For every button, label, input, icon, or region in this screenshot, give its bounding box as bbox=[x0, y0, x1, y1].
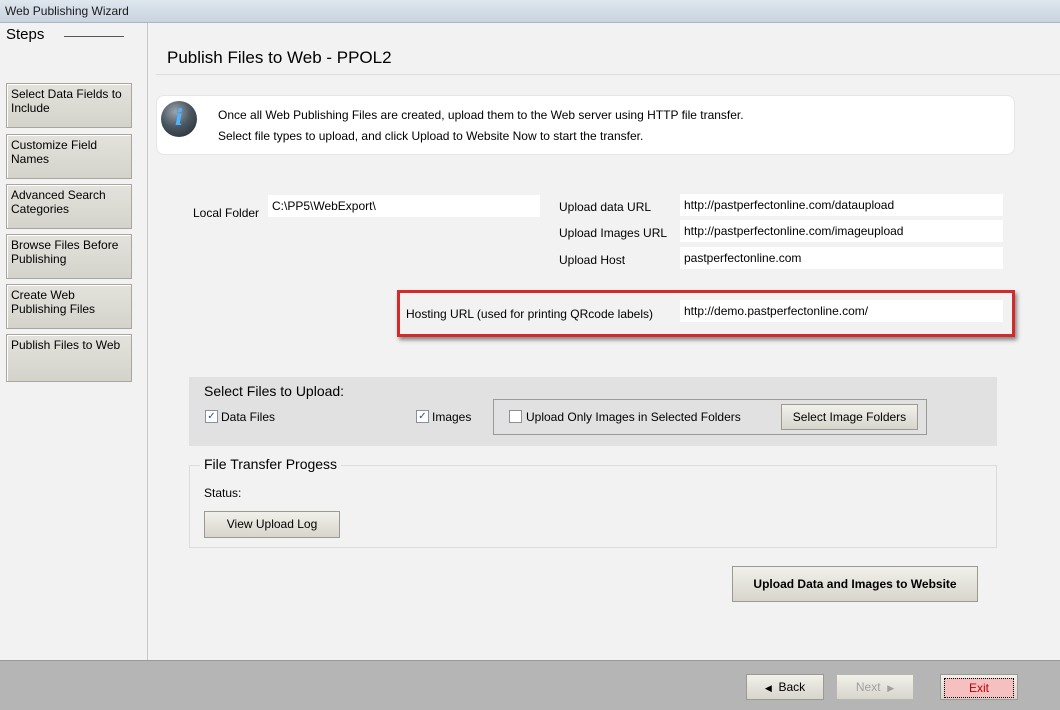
window-title: Web Publishing Wizard bbox=[5, 4, 129, 18]
select-files-title: Select Files to Upload: bbox=[204, 383, 345, 399]
window-titlebar: Web Publishing Wizard bbox=[0, 0, 1060, 23]
view-upload-log-button[interactable]: View Upload Log bbox=[204, 511, 340, 538]
info-text-line2: Select file types to upload, and click U… bbox=[218, 129, 644, 143]
back-button[interactable]: ◀ Back bbox=[746, 674, 824, 700]
info-text-line1: Once all Web Publishing Files are create… bbox=[218, 108, 744, 122]
upload-host-label: Upload Host bbox=[559, 253, 626, 267]
exit-button[interactable]: Exit bbox=[940, 674, 1018, 700]
status-label: Status: bbox=[204, 486, 242, 500]
upload-data-url-field[interactable]: http://pastperfectonline.com/dataupload bbox=[680, 194, 1003, 216]
select-image-folders-button[interactable]: Select Image Folders bbox=[781, 404, 918, 430]
upload-data-url-label: Upload data URL bbox=[559, 200, 652, 214]
step-browse-files[interactable]: Browse Files Before Publishing bbox=[6, 234, 132, 279]
back-arrow-icon: ◀ bbox=[764, 683, 772, 693]
hosting-url-label: Hosting URL (used for printing QRcode la… bbox=[406, 307, 654, 321]
next-button-label: Next bbox=[855, 680, 881, 694]
data-files-checkbox[interactable]: ✓ bbox=[205, 410, 218, 423]
step-publish-files-to-web[interactable]: Publish Files to Web bbox=[6, 334, 132, 382]
local-folder-label: Local Folder bbox=[193, 206, 260, 220]
step-select-data-fields[interactable]: Select Data Fields to Include bbox=[6, 83, 132, 128]
local-folder-field[interactable]: C:\PP5\WebExport\ bbox=[268, 195, 540, 217]
images-checkbox[interactable]: ✓ bbox=[416, 410, 429, 423]
step-customize-field-names[interactable]: Customize Field Names bbox=[6, 134, 132, 179]
only-selected-folders-checkbox[interactable] bbox=[509, 410, 522, 423]
upload-images-url-field[interactable]: http://pastperfectonline.com/imageupload bbox=[680, 220, 1003, 242]
images-label: Images bbox=[432, 410, 472, 424]
upload-data-images-button[interactable]: Upload Data and Images to Website bbox=[732, 566, 978, 602]
page-title: Publish Files to Web - PPOL2 bbox=[167, 48, 392, 67]
info-icon: i bbox=[161, 101, 197, 137]
title-divider bbox=[156, 74, 1060, 75]
next-arrow-icon: ▶ bbox=[887, 683, 895, 693]
next-button[interactable]: Next ▶ bbox=[836, 674, 914, 700]
step-create-web-publishing-files[interactable]: Create Web Publishing Files bbox=[6, 284, 132, 329]
info-panel bbox=[156, 95, 1015, 155]
upload-host-field[interactable]: pastperfectonline.com bbox=[680, 247, 1003, 269]
back-button-label: Back bbox=[778, 680, 806, 694]
file-transfer-progress-title: File Transfer Progess bbox=[200, 456, 342, 472]
data-files-label: Data Files bbox=[221, 410, 276, 424]
upload-images-url-label: Upload Images URL bbox=[559, 226, 668, 240]
steps-header: Steps bbox=[6, 26, 45, 43]
steps-header-rule bbox=[64, 36, 124, 37]
step-advanced-search-categories[interactable]: Advanced Search Categories bbox=[6, 184, 132, 229]
hosting-url-field[interactable]: http://demo.pastperfectonline.com/ bbox=[680, 300, 1003, 322]
only-selected-folders-label: Upload Only Images in Selected Folders bbox=[526, 410, 741, 424]
exit-button-label: Exit bbox=[944, 678, 1014, 698]
